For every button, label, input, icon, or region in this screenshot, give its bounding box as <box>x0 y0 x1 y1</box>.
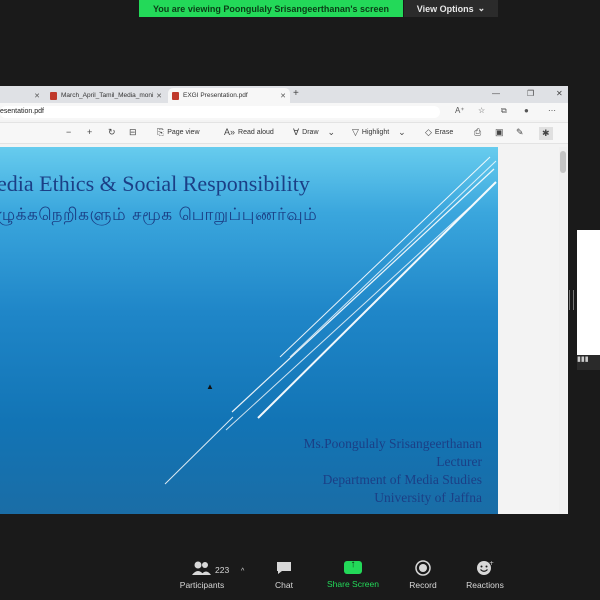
save-icon[interactable]: ▣ <box>495 127 504 138</box>
presenter-block: Ms.Poongulaly Srisangeerthanan Lecturer … <box>304 435 482 507</box>
slide-title-tamil: ழுக்கநெறிகளும் சமூக பொறுப்புணர்வும் <box>0 205 318 225</box>
tab-label: March_April_Tamil_Media_moni <box>61 92 154 99</box>
presenter-department: Department of Media Studies <box>322 472 482 487</box>
zoom-in-icon[interactable]: + <box>87 127 92 137</box>
split-handle[interactable] <box>569 290 574 310</box>
shared-browser-window: ✕ March_April_Tamil_Media_moni ✕ EXGI Pr… <box>0 86 568 514</box>
record-button[interactable]: Record <box>388 560 458 590</box>
share-screen-icon <box>344 559 362 574</box>
meeting-controls-bar: Participants 223 ^ Chat Share Screen Rec… <box>0 552 600 600</box>
viewing-banner-text: You are viewing Poongulaly Srisangeertha… <box>152 3 390 14</box>
draw-icon: ∀ <box>293 127 300 137</box>
record-label: Record <box>409 580 437 590</box>
tab-march-april[interactable]: March_April_Tamil_Media_moni ✕ <box>46 88 166 103</box>
share-screen-button[interactable]: Share Screen <box>318 559 388 589</box>
draw-button[interactable]: ∀ Draw ⌄ <box>293 127 335 138</box>
share-screen-label: Share Screen <box>327 579 379 589</box>
viewing-banner: You are viewing Poongulaly Srisangeertha… <box>139 0 403 17</box>
fit-page-icon[interactable]: ⊟ <box>129 127 137 138</box>
chevron-up-icon[interactable]: ^ <box>241 568 244 575</box>
reactions-button[interactable]: + Reactions <box>450 560 520 590</box>
chat-icon <box>277 562 291 574</box>
presenter-university: University of Jaffna <box>374 490 482 505</box>
minimize-icon[interactable]: — <box>492 89 500 98</box>
presentation-slide: edia Ethics & Social Responsibility ழுக்… <box>0 147 498 514</box>
view-options-button[interactable]: View Options ⌄ <box>404 0 498 17</box>
chevron-down-icon: ⌄ <box>477 3 486 13</box>
pin-toolbar-icon[interactable]: ✱ <box>539 127 553 140</box>
presenter-role: Lecturer <box>436 454 482 469</box>
video-panel-footer: ▮▮▮ <box>577 355 600 370</box>
highlight-icon: ▽ <box>352 127 359 137</box>
more-icon[interactable]: ⋯ <box>548 106 556 115</box>
read-view-icon[interactable]: A⁺ <box>455 106 465 115</box>
pdf-toolbar: − + ↻ ⊟ ⎘ Page view A» Read aloud ∀ Draw ⌄ ▽… <box>0 122 568 144</box>
tab-label: EXGI Presentation.pdf <box>183 92 248 99</box>
rotate-icon[interactable]: ↻ <box>108 127 116 138</box>
profile-icon[interactable]: ● <box>524 106 529 115</box>
participants-count: 223 <box>215 565 230 575</box>
mouse-cursor-icon: ▲ <box>206 382 214 391</box>
participants-label: Participants <box>179 580 225 590</box>
page-view-icon: ⎘ <box>157 127 165 137</box>
chat-button[interactable]: Chat <box>249 560 319 590</box>
close-tab-icon[interactable]: ✕ <box>34 92 40 100</box>
favorite-icon[interactable]: ☆ <box>478 106 485 115</box>
close-tab-icon[interactable]: ✕ <box>156 92 162 100</box>
presenter-name: Ms.Poongulaly Srisangeerthanan <box>303 436 482 451</box>
pdf-icon <box>50 91 57 100</box>
reactions-label: Reactions <box>466 580 504 590</box>
restore-icon[interactable]: ❐ <box>527 89 534 98</box>
print-icon[interactable]: ⎙ <box>474 127 481 138</box>
record-icon <box>415 560 431 576</box>
address-field[interactable]: esentation.pdf <box>0 106 440 118</box>
signal-icon: ▮▮▮ <box>577 356 589 363</box>
participants-icon <box>192 561 211 575</box>
svg-text:+: + <box>489 560 494 567</box>
highlight-button[interactable]: ▽ Highlight ⌄ <box>352 127 406 138</box>
save-as-icon[interactable]: ✎ <box>516 127 524 138</box>
view-options-label: View Options <box>416 3 474 14</box>
collections-icon[interactable]: ⧉ <box>501 106 507 116</box>
close-window-icon[interactable]: ✕ <box>556 89 563 98</box>
chevron-down-icon: ⌄ <box>398 127 406 137</box>
zoom-out-icon[interactable]: − <box>66 127 71 137</box>
vertical-scrollbar[interactable] <box>559 147 567 514</box>
pdf-icon <box>172 91 179 100</box>
read-aloud-icon: A» <box>224 127 236 137</box>
tab-first[interactable]: ✕ <box>0 88 44 103</box>
tab-exgi-presentation[interactable]: EXGI Presentation.pdf ✕ <box>168 88 290 103</box>
scroll-thumb[interactable] <box>560 151 566 173</box>
chat-label: Chat <box>275 580 293 590</box>
new-tab-icon[interactable]: + <box>293 88 299 99</box>
eraser-icon: ◇ <box>425 127 432 137</box>
read-aloud-button[interactable]: A» Read aloud <box>224 127 274 137</box>
tab-strip: ✕ March_April_Tamil_Media_moni ✕ EXGI Pr… <box>0 86 568 103</box>
page-view-button[interactable]: ⎘ Page view <box>157 127 200 138</box>
address-bar-row: esentation.pdf A⁺ ☆ ⧉ ● ⋯ <box>0 103 568 120</box>
reactions-icon: + <box>477 560 494 575</box>
erase-button[interactable]: ◇ Erase <box>425 127 453 138</box>
pdf-viewer-margin <box>498 147 568 514</box>
chevron-down-icon: ⌄ <box>327 127 336 137</box>
close-tab-icon[interactable]: ✕ <box>280 92 286 100</box>
video-panel <box>577 230 600 370</box>
slide-title-english: edia Ethics & Social Responsibility <box>0 171 310 196</box>
